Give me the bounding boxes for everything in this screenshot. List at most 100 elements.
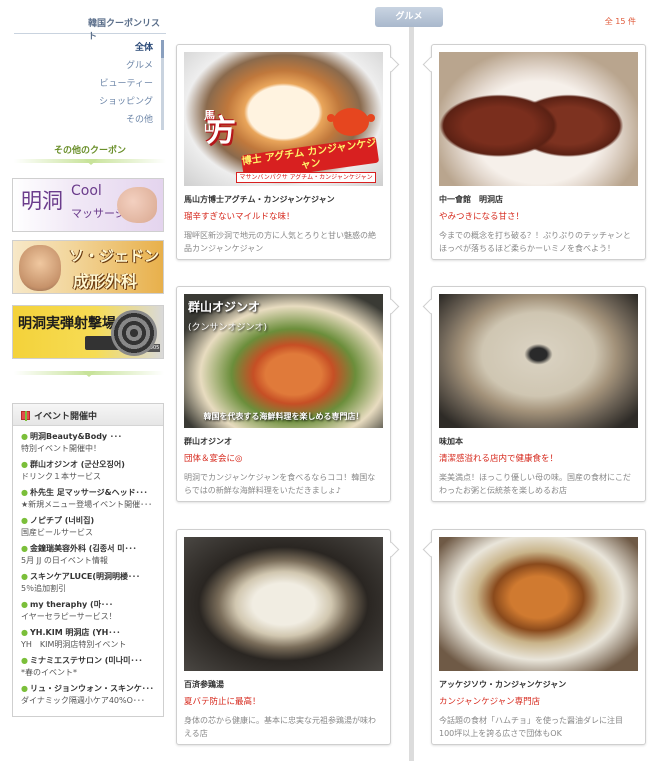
bullet-icon: ● xyxy=(21,544,28,553)
event-panel: イベント開催中 ● 明洞Beauty&Body ･･･ 特別イベント開催中！ ● 群… xyxy=(12,403,164,717)
coupon-catch: カンジャンケジャン専門店 xyxy=(439,697,541,707)
event-item[interactable]: ● ノピチプ (너비집) 国産ビールサービス xyxy=(21,515,157,543)
gift-icon xyxy=(21,411,30,421)
event-name: YH.KIM 明洞店 (YH･･･ xyxy=(29,628,121,637)
coupon-card[interactable]: 中一會館 明洞店 やみつきになる甘さ！ 今までの概念を打ち破る？！ぷりぷりのテッ… xyxy=(431,44,646,260)
other-coupons-header: その他のクーポン xyxy=(14,143,166,165)
event-item[interactable]: ● 金鐘瑞美容外科 (김종서 미･･･ 5月 JJ の日イベント情報 xyxy=(21,543,157,571)
event-item[interactable]: ● my theraphy (마･･･ イヤーセラピーサービス！ xyxy=(21,599,157,627)
event-name: 朴先生 足マッサージ&ヘッド･･･ xyxy=(29,488,148,497)
banner-seo-jaedong-clinic[interactable]: ソ・ジェドン 成形外科 xyxy=(12,240,164,294)
coupon-image: 群山オジンオ (クンサンオジンオ) 韓国を代表する海鮮料理を楽しめる専門店！ xyxy=(184,294,383,428)
coupon-catch: 団体＆宴会に◎ xyxy=(184,454,243,464)
banner-text: 成形外科 xyxy=(73,272,138,291)
coupon-image xyxy=(439,52,638,186)
event-item[interactable]: ● スキンケアLUCE(明洞明楼･･･ 5％追加割引 xyxy=(21,571,157,599)
event-item[interactable]: ● ミナミエステサロン (미나미･･･ *春のイベント* xyxy=(21,655,157,683)
banner-myeongdong-cool-massage[interactable]: 明洞 Cool マッサージ xyxy=(12,178,164,232)
event-desc: 国産ビールサービス xyxy=(21,528,93,537)
doctor-photo xyxy=(19,245,61,291)
category-gourmet[interactable]: グルメ xyxy=(60,58,164,76)
event-desc: ダイナミック隔週小ケア40%O･･･ xyxy=(21,696,145,705)
category-all[interactable]: 全体 xyxy=(60,40,164,58)
image-title: 群山オジンオ xyxy=(188,300,261,314)
event-name-row: ● YH.KIM 明洞店 (YH･･･ xyxy=(21,627,157,639)
sidebar-title: 韓国クーポンリスト xyxy=(14,10,166,42)
event-desc: 特別イベント開催中！ xyxy=(21,444,101,453)
bullet-icon: ● xyxy=(21,460,28,469)
event-name-row: ● my theraphy (마･･･ xyxy=(21,599,157,611)
event-name-row: ● ノピチプ (너비집) xyxy=(21,515,157,527)
event-item[interactable]: ● 群山オジンオ (군산오징어) ドリンク１本サービス xyxy=(21,459,157,487)
arrow-down-icon xyxy=(82,371,96,377)
event-desc: イヤーセラピーサービス！ xyxy=(21,612,117,621)
coupon-image xyxy=(439,294,638,428)
bullet-icon: ● xyxy=(21,628,28,637)
banner-shooting-range[interactable]: 明洞実弾射撃場 SINCE 2005 xyxy=(12,305,164,359)
banner-text: ソ・ジェドン xyxy=(69,247,160,265)
event-name-row: ● 金鐘瑞美容外科 (김종서 미･･･ xyxy=(21,543,157,555)
sidebar: 韓国クーポンリスト 全体 グルメ ビューティー ショッピング その他 その他のク… xyxy=(0,0,170,761)
event-name-row: ● リュ・ジョンウォン・スキンケ･･･ xyxy=(21,683,157,695)
event-desc: ★新規メニュー登場イベント開催･･･ xyxy=(21,500,153,509)
other-coupons-title: その他のクーポン xyxy=(53,146,126,156)
event-name: リュ・ジョンウォン・スキンケ･･･ xyxy=(29,684,154,693)
coupon-image xyxy=(439,537,638,671)
event-name-row: ● スキンケアLUCE(明洞明楼･･･ xyxy=(21,571,157,583)
event-name: 明洞Beauty&Body ･･･ xyxy=(29,432,122,441)
coupon-name: 百済参鶏湯 xyxy=(184,680,224,689)
coupon-card[interactable]: 馬山 方 博士 アグチム カンジャンケジャン マサンバンパクサ アグチム・カンジ… xyxy=(176,44,391,260)
coupon-catch: 夏バテ防止に最高！ xyxy=(184,697,261,707)
coupon-image xyxy=(184,537,383,671)
event-name-row: ● ミナミエステサロン (미나미･･･ xyxy=(21,655,157,667)
coupon-card[interactable]: 味加本 清潔感溢れる店内で健康食を！ 楽美満点！ほっこり優しい母の味。国産の食材… xyxy=(431,286,646,502)
coupon-name: 群山オジンオ xyxy=(184,437,232,446)
coupon-card[interactable]: アッケジソウ・カンジャンケジャン カンジャンケジャン専門店 今話題の食材「ハムチ… xyxy=(431,529,646,745)
coupon-name: 中一會館 明洞店 xyxy=(439,195,503,204)
coupon-catch: 瑠辛すぎないマイルドな味！ xyxy=(184,212,295,222)
crab-icon xyxy=(327,108,375,136)
event-name: ミナミエステサロン (미나미･･･ xyxy=(29,656,143,665)
coupon-name: 味加本 xyxy=(439,437,463,446)
event-desc: 5月 JJ の日イベント情報 xyxy=(21,556,108,565)
coupon-desc: 明洞でカンジャンケジャンを食べるならココ！韓国ならではの新鮮な海鮮料理をいただき… xyxy=(184,473,376,495)
bullet-icon: ● xyxy=(21,684,28,693)
event-name: ノピチプ (너비집) xyxy=(29,516,95,525)
tab-gourmet[interactable]: グルメ xyxy=(375,7,443,27)
event-item[interactable]: ● 朴先生 足マッサージ&ヘッド･･･ ★新規メニュー登場イベント開催･･･ xyxy=(21,487,157,515)
event-item[interactable]: ● 明洞Beauty&Body ･･･ 特別イベント開催中！ xyxy=(21,431,157,459)
bullet-icon: ● xyxy=(21,600,28,609)
event-list: ● 明洞Beauty&Body ･･･ 特別イベント開催中！ ● 群山オジンオ (군… xyxy=(13,426,163,711)
event-name-row: ● 明洞Beauty&Body ･･･ xyxy=(21,431,157,443)
category-shopping[interactable]: ショッピング xyxy=(60,94,164,112)
event-name-row: ● 朴先生 足マッサージ&ヘッド･･･ xyxy=(21,487,157,499)
event-desc: *春のイベント* xyxy=(21,668,77,677)
coupon-catch: やみつきになる甘さ！ xyxy=(439,212,525,222)
banner-text: 明洞実弾射撃場 xyxy=(18,316,116,332)
image-subtitle: (クンサンオジンオ) xyxy=(188,323,268,333)
target-icon xyxy=(111,310,157,356)
category-beauty[interactable]: ビューティー xyxy=(60,76,164,94)
coupon-desc: 楽美満点！ほっこり優しい母の味。国産の食材にこだわったお粥と伝統茶を楽しめるお店 xyxy=(439,473,631,495)
coupon-name: 馬山方博士アグチム・カンジャンケジャン xyxy=(184,195,335,204)
logo-text: 方 xyxy=(206,114,236,149)
event-item[interactable]: ● YH.KIM 明洞店 (YH･･･ YH KIM明洞店特別イベント xyxy=(21,627,157,655)
total-count: 全 15 件 xyxy=(604,17,636,26)
bullet-icon: ● xyxy=(21,656,28,665)
bullet-icon: ● xyxy=(21,516,28,525)
coupon-image: 馬山 方 博士 アグチム カンジャンケジャン マサンバンパクサ アグチム・カンジ… xyxy=(184,52,383,186)
coupon-card[interactable]: 群山オジンオ (クンサンオジンオ) 韓国を代表する海鮮料理を楽しめる専門店！ 群… xyxy=(176,286,391,502)
coupon-card[interactable]: 百済参鶏湯 夏バテ防止に最高！ 身体の芯から健康に。基本に忠実な元祖参鶏湯が味わ… xyxy=(176,529,391,745)
arrow-down-icon xyxy=(84,159,98,165)
timeline-line xyxy=(409,18,414,761)
logo-bar: マサンバンパクサ アグチム・カンジャンケジャン xyxy=(236,172,376,183)
coupon-desc: 身体の芯から健康に。基本に忠実な元祖参鶏湯が味わえる店 xyxy=(184,716,376,738)
event-name: スキンケアLUCE(明洞明楼･･･ xyxy=(29,572,141,581)
banner-text: Cool xyxy=(71,183,102,199)
category-other[interactable]: その他 xyxy=(60,112,164,130)
coupon-desc: 今までの概念を打ち破る？！ぷりぷりのテッチャンとほっぺが落ちるほど柔らかーいミノ… xyxy=(439,231,631,253)
event-item[interactable]: ● リュ・ジョンウォン・スキンケ･･･ ダイナミック隔週小ケア40%O･･･ xyxy=(21,683,157,711)
bullet-icon: ● xyxy=(21,432,28,441)
divider xyxy=(14,367,164,381)
coupon-desc: 瑠岼区新沙洞で地元の方に人気とろりと甘い魅惑の絶品カンジャンケジャン xyxy=(184,231,376,253)
